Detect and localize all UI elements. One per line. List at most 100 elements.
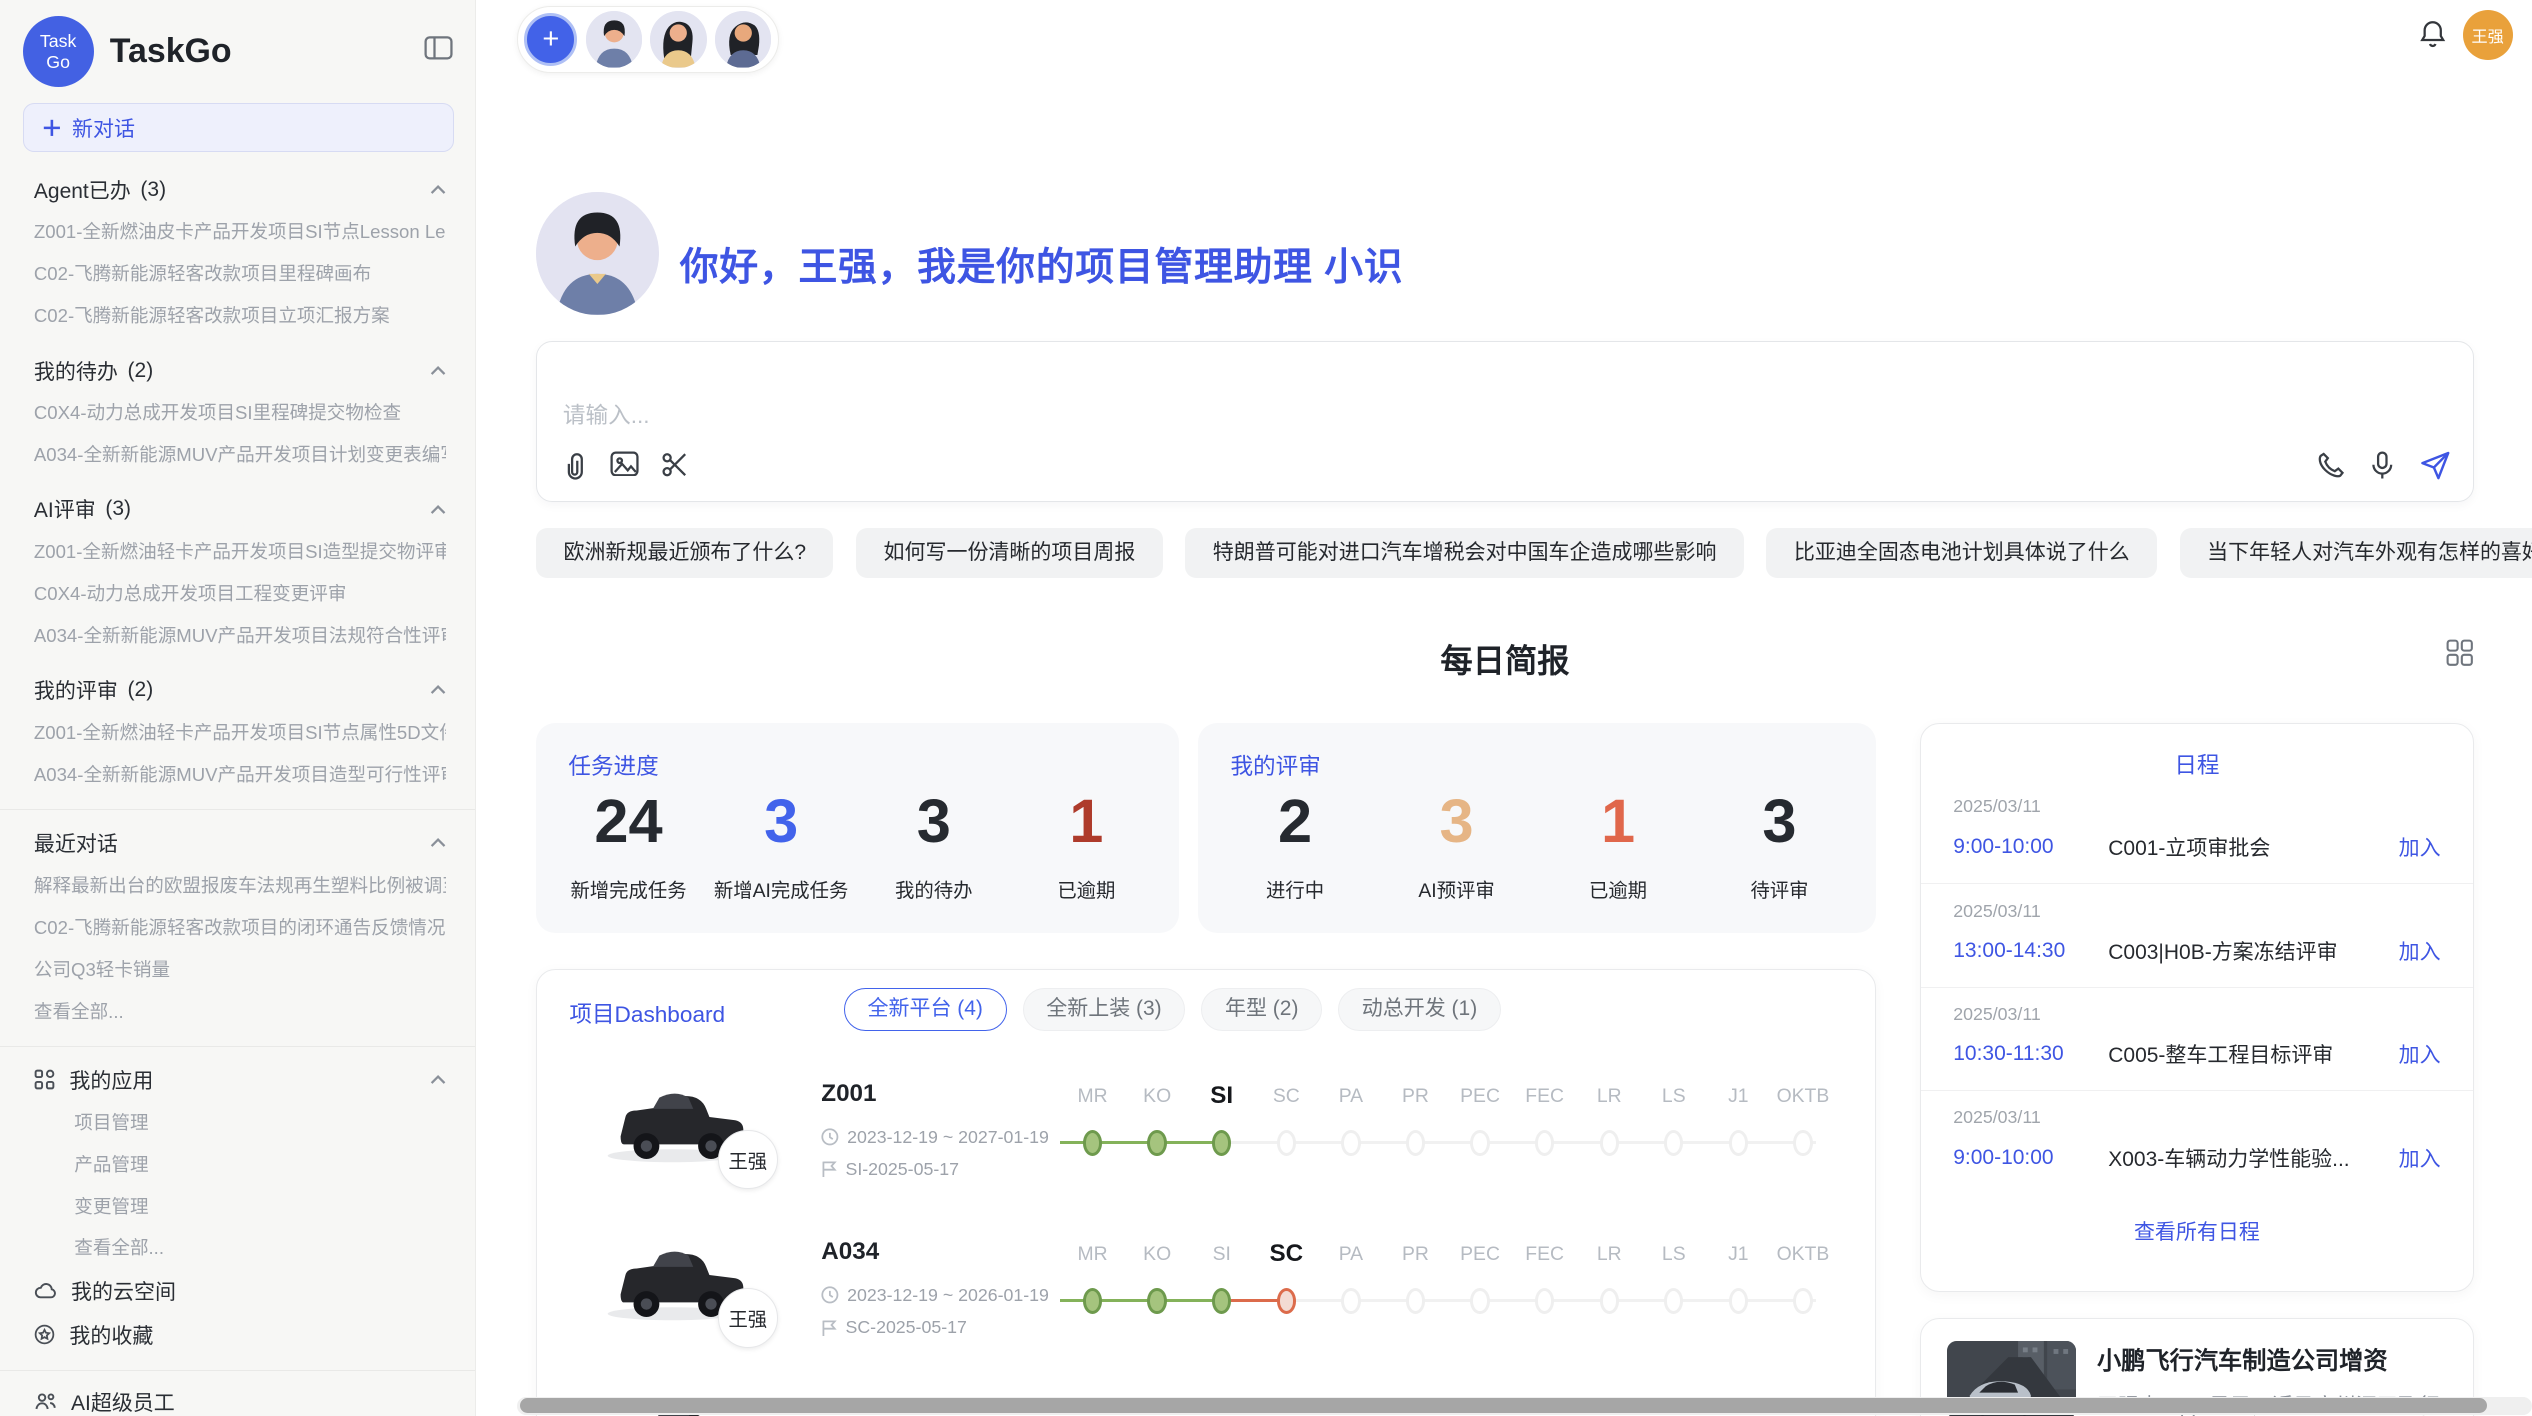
milestone-dot[interactable]	[1341, 1130, 1360, 1156]
milestone-dot[interactable]	[1341, 1288, 1360, 1314]
attach-icon[interactable]	[560, 451, 587, 487]
dashboard-tab[interactable]: 动总开发 (1)	[1338, 988, 1501, 1032]
recent-chat-item[interactable]: 查看全部...	[34, 991, 446, 1033]
sidebar-item-ai-staff[interactable]: AI超级员工	[34, 1380, 446, 1416]
sidebar-task-item[interactable]: A034-全新新能源MUV产品开发项目造型可行性评审	[34, 754, 446, 796]
event-time: 13:00-14:30	[1953, 939, 2108, 963]
sidebar-task-item[interactable]: C0X4-动力总成开发项目工程变更评审	[34, 573, 446, 615]
event-name: C001-立项审批会	[2108, 832, 2398, 862]
layout-grid-icon[interactable]	[2446, 639, 2473, 673]
chat-input[interactable]	[563, 403, 2016, 429]
stat-value: 3	[1699, 788, 1860, 856]
project-dashboard-card: 项目Dashboard 全新平台 (4)全新上装 (3)年型 (2)动总开发 (…	[536, 969, 1876, 1416]
scissors-icon[interactable]	[661, 451, 688, 487]
horizontal-scrollbar-thumb[interactable]	[520, 1398, 2487, 1413]
app-item[interactable]: 查看全部...	[74, 1227, 446, 1269]
stat-label: 待评审	[1699, 875, 1860, 903]
sidebar-task-item[interactable]: C0X4-动力总成开发项目SI里程碑提交物检查	[34, 392, 446, 434]
event-name: C005-整车工程目标评审	[2108, 1039, 2398, 1069]
sidebar-task-item[interactable]: Z001-全新燃油皮卡产品开发项目SI节点Lesson Learn报告	[34, 211, 446, 253]
recent-chats-list: 解释最新出台的欧盟报废车法规再生塑料比例被调至15%...C02-飞腾新能源轻客…	[34, 865, 446, 1033]
sidebar-task-item[interactable]: C02-飞腾新能源轻客改款项目立项汇报方案	[34, 295, 446, 337]
microphone-icon[interactable]	[2371, 451, 2394, 487]
sidebar-task-item[interactable]: A034-全新新能源MUV产品开发项目法规符合性评审	[34, 615, 446, 657]
milestone-dot[interactable]	[1406, 1130, 1425, 1156]
join-link[interactable]: 加入	[2399, 832, 2441, 862]
section-my-apps[interactable]: 我的应用	[34, 1058, 446, 1102]
app-item[interactable]: 项目管理	[74, 1102, 446, 1144]
project-row-z001[interactable]: 王强 Z001 2023-12-19 ~ 2027-01-19 SI-2025-…	[537, 1059, 1876, 1217]
schedule-event: 2025/03/11 9:00-10:00 C001-立项审批会 加入	[1921, 780, 2473, 883]
users-icon	[34, 1392, 57, 1411]
milestone-dot[interactable]	[1600, 1288, 1619, 1314]
suggestion-chip[interactable]: 如何写一份清晰的项目周报	[856, 528, 1163, 578]
view-all-schedule-link[interactable]: 查看所有日程	[1921, 1216, 2473, 1246]
milestone-dot[interactable]	[1535, 1288, 1554, 1314]
milestone-dot[interactable]	[1147, 1288, 1166, 1314]
sidebar-task-item[interactable]: A034-全新新能源MUV产品开发项目计划变更表编写	[34, 434, 446, 476]
chevron-up-icon	[430, 185, 446, 195]
milestone-dot[interactable]	[1600, 1130, 1619, 1156]
milestone-dot[interactable]	[1147, 1130, 1166, 1156]
suggestion-chip[interactable]: 特朗普可能对进口汽车增税会对中国车企造成哪些影响	[1185, 528, 1744, 578]
sidebar-item-cloud-space[interactable]: 我的云空间	[34, 1269, 446, 1313]
milestone-dot[interactable]	[1793, 1130, 1812, 1156]
milestone-dot[interactable]	[1793, 1288, 1812, 1314]
milestone-dot[interactable]	[1083, 1130, 1102, 1156]
recent-chat-item[interactable]: C02-飞腾新能源轻客改款项目的闭环通告反馈情况	[34, 907, 446, 949]
app-item[interactable]: 产品管理	[74, 1144, 446, 1186]
milestone-dot[interactable]	[1212, 1288, 1231, 1314]
section-my-review[interactable]: 我的评审 (2)	[34, 668, 446, 712]
collapse-sidebar-icon[interactable]	[424, 35, 453, 68]
sidebar-task-item[interactable]: Z001-全新燃油轻卡产品开发项目SI造型提交物评审	[34, 531, 446, 573]
sidebar-task-item[interactable]: C02-飞腾新能源轻客改款项目里程碑画布	[34, 253, 446, 295]
milestone-label: MR	[1078, 1072, 1108, 1120]
horizontal-scrollbar[interactable]	[517, 1397, 2532, 1415]
stat-label: 进行中	[1214, 875, 1375, 903]
sidebar-task-item[interactable]: Z001-全新燃油轻卡产品开发项目SI节点属性5D文件评审	[34, 712, 446, 754]
project-row-a034[interactable]: 王强 A034 2023-12-19 ~ 2026-01-19 SC-2025-…	[537, 1217, 1876, 1375]
suggestion-chip[interactable]: 欧洲新规最近颁布了什么?	[536, 528, 833, 578]
milestone-dot[interactable]	[1470, 1130, 1489, 1156]
join-link[interactable]: 加入	[2399, 1143, 2441, 1173]
app-item[interactable]: 变更管理	[74, 1186, 446, 1228]
dashboard-tab[interactable]: 全新平台 (4)	[844, 988, 1007, 1032]
milestone-dot[interactable]	[1212, 1130, 1231, 1156]
clock-icon	[821, 1286, 839, 1304]
section-agent-done[interactable]: Agent已办 (3)	[34, 168, 446, 212]
join-link[interactable]: 加入	[2399, 936, 2441, 966]
new-chat-button[interactable]: 新对话	[23, 103, 454, 151]
card-title: 任务进度	[568, 748, 658, 781]
stat: 3我的待办	[857, 788, 1010, 903]
voice-call-icon[interactable]	[2318, 451, 2345, 485]
milestone-dot[interactable]	[1083, 1288, 1102, 1314]
recent-chat-item[interactable]: 公司Q3轻卡销量	[34, 949, 446, 991]
send-icon[interactable]	[2420, 451, 2451, 487]
milestone-dot[interactable]	[1729, 1130, 1748, 1156]
section-recent-chats[interactable]: 最近对话	[34, 821, 446, 865]
schedule-title: 日程	[1921, 747, 2473, 780]
image-icon[interactable]	[610, 451, 639, 487]
suggestion-chip[interactable]: 比亚迪全固态电池计划具体说了什么	[1766, 528, 2157, 578]
dashboard-tab[interactable]: 年型 (2)	[1201, 988, 1322, 1032]
dashboard-tab[interactable]: 全新上装 (3)	[1023, 988, 1186, 1032]
milestone-dot[interactable]	[1406, 1288, 1425, 1314]
milestone-dot[interactable]	[1664, 1288, 1683, 1314]
my-apps-list: 项目管理产品管理变更管理查看全部...	[34, 1102, 446, 1270]
suggestion-chip[interactable]: 当下年轻人对汽车外观有怎样的喜好趋势	[2180, 528, 2532, 578]
milestone-dot[interactable]	[1470, 1288, 1489, 1314]
section-my-todo[interactable]: 我的待办 (2)	[34, 349, 446, 393]
milestone-dot[interactable]	[1664, 1130, 1683, 1156]
milestone-track: MRKOSISCPAPRPECFECLRLSJ1OKTB	[1060, 1230, 1835, 1359]
recent-chat-item[interactable]: 解释最新出台的欧盟报废车法规再生塑料比例被调至15%...	[34, 865, 446, 907]
join-link[interactable]: 加入	[2399, 1039, 2441, 1069]
divider	[0, 1046, 475, 1047]
sidebar-item-favorites[interactable]: 我的收藏	[34, 1313, 446, 1357]
stat: 1已逾期	[1010, 788, 1163, 903]
milestone-dot[interactable]	[1277, 1130, 1296, 1156]
stat-value: 3	[1376, 788, 1537, 856]
milestone-dot[interactable]	[1277, 1288, 1296, 1314]
section-ai-review[interactable]: AI评审 (3)	[34, 488, 446, 532]
milestone-dot[interactable]	[1535, 1130, 1554, 1156]
milestone-dot[interactable]	[1729, 1288, 1748, 1314]
